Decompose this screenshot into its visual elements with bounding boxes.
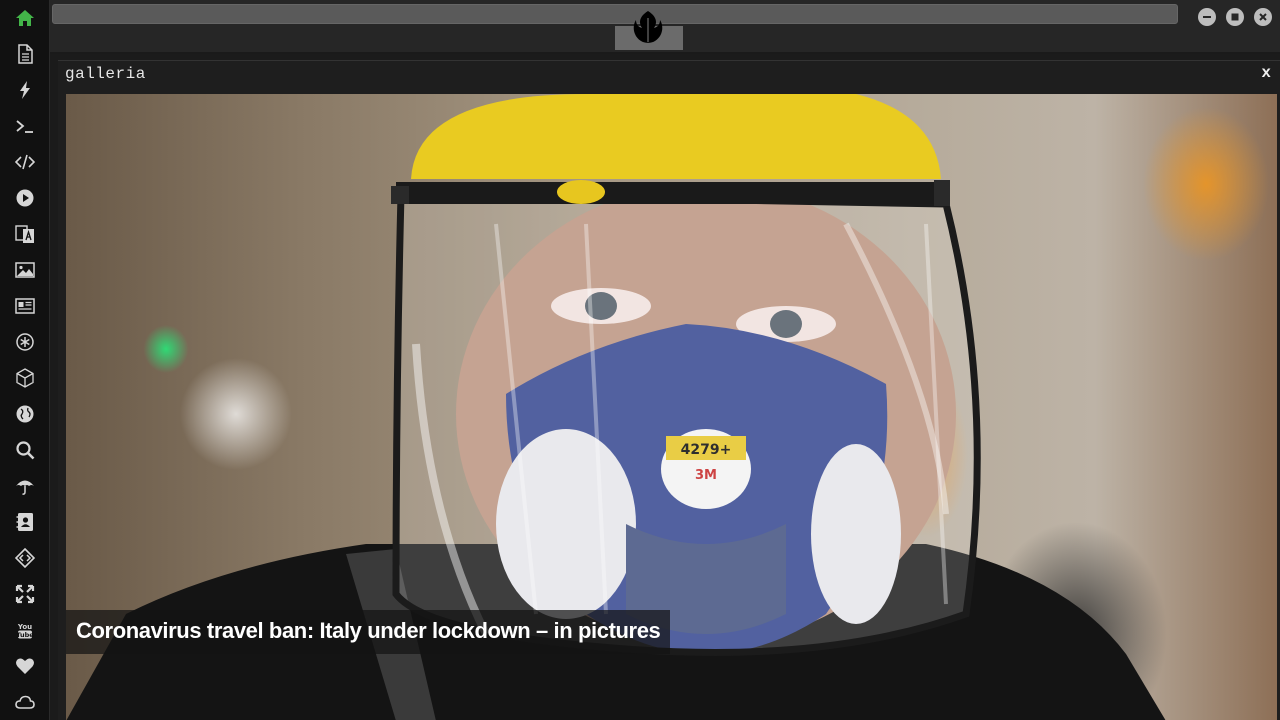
sidebar-item-cloud[interactable] xyxy=(0,684,50,720)
sidebar-item-image[interactable] xyxy=(0,252,50,288)
maximize-icon xyxy=(1231,13,1239,21)
sidebar-item-umbrella[interactable] xyxy=(0,468,50,504)
minimize-button[interactable] xyxy=(1198,8,1216,26)
image-icon xyxy=(15,262,35,278)
news-icon xyxy=(15,298,35,314)
globe-icon xyxy=(16,405,34,423)
cloud-icon xyxy=(15,695,35,709)
youtube-icon: YouTube xyxy=(16,623,34,639)
sidebar-item-translate[interactable] xyxy=(0,216,50,252)
sidebar: You Tube xyxy=(0,0,50,720)
sidebar-item-globe[interactable] xyxy=(0,396,50,432)
lightning-icon xyxy=(20,81,30,99)
close-icon xyxy=(1259,13,1267,21)
heart-icon xyxy=(16,658,34,674)
sidebar-item-lightning[interactable] xyxy=(0,72,50,108)
sidebar-item-contacts[interactable] xyxy=(0,504,50,540)
play-icon xyxy=(16,189,34,207)
maximize-button[interactable] xyxy=(1226,8,1244,26)
sidebar-item-diamond-code[interactable] xyxy=(0,540,50,576)
window-close-button[interactable]: x xyxy=(1261,64,1271,82)
sidebar-item-expand[interactable] xyxy=(0,576,50,612)
sidebar-item-heart[interactable] xyxy=(0,648,50,684)
close-window-button[interactable] xyxy=(1254,8,1272,26)
sidebar-item-code[interactable] xyxy=(0,144,50,180)
expand-icon xyxy=(15,584,35,604)
contact-book-icon xyxy=(16,513,33,531)
asterisk-icon xyxy=(16,333,34,351)
gallery-window: galleria x 4279+ 3M xyxy=(58,60,1280,720)
top-bar xyxy=(50,0,1280,54)
sidebar-item-asterisk[interactable] xyxy=(0,324,50,360)
sidebar-item-youtube[interactable]: You Tube xyxy=(0,612,50,648)
minimize-icon xyxy=(1203,16,1211,18)
translate-icon xyxy=(15,225,34,243)
sidebar-item-terminal[interactable] xyxy=(0,108,50,144)
image-caption: Coronavirus travel ban: Italy under lock… xyxy=(66,610,671,654)
window-title: galleria xyxy=(65,65,146,83)
sidebar-item-play[interactable] xyxy=(0,180,50,216)
sidebar-item-news[interactable] xyxy=(0,288,50,324)
search-icon xyxy=(16,441,35,460)
sidebar-item-cube[interactable] xyxy=(0,360,50,396)
sidebar-item-search[interactable] xyxy=(0,432,50,468)
code-icon xyxy=(15,154,35,170)
document-icon xyxy=(18,44,33,64)
svg-text:Tube: Tube xyxy=(16,631,34,639)
diamond-code-icon xyxy=(15,548,35,568)
svg-text:You: You xyxy=(17,623,32,631)
umbrella-icon xyxy=(16,480,34,495)
cube-icon xyxy=(16,368,34,388)
address-bar[interactable] xyxy=(52,4,1178,24)
home-icon xyxy=(16,10,34,26)
rebel-alliance-icon xyxy=(633,11,663,43)
sidebar-item-document[interactable] xyxy=(0,36,50,72)
sidebar-item-home[interactable] xyxy=(0,0,50,36)
gallery-image[interactable]: 4279+ 3M Coronavirus travel ban: Italy u… xyxy=(66,94,1277,720)
terminal-icon xyxy=(16,120,33,133)
